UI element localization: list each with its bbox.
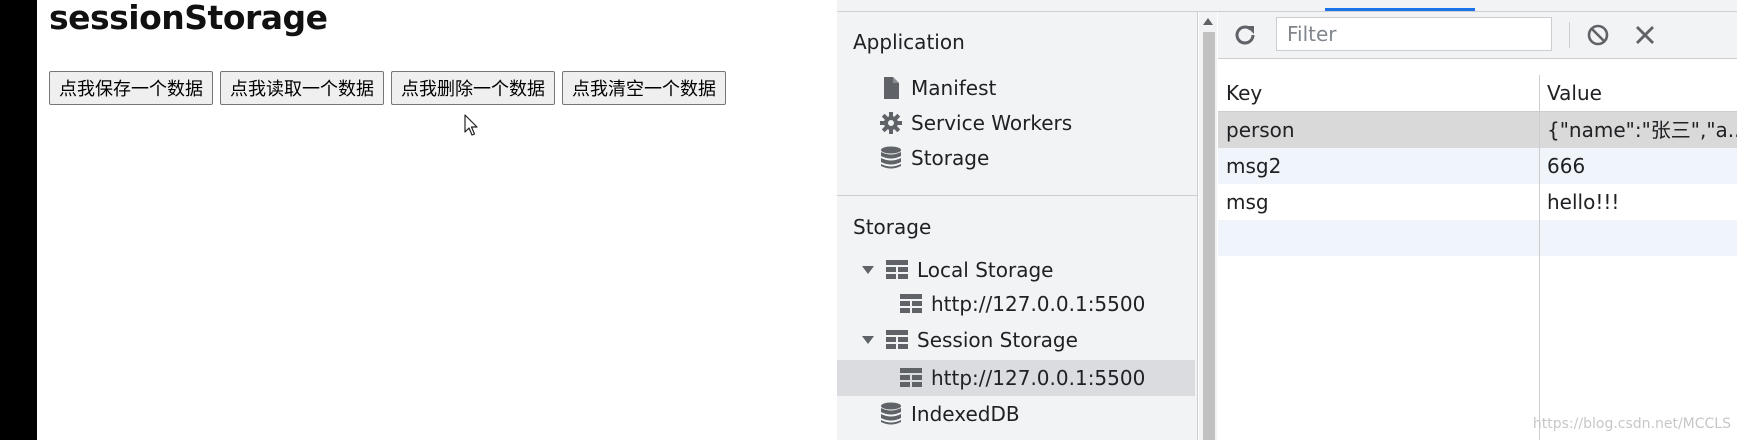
storage-toolbar: [1218, 12, 1737, 59]
table-grid-icon: [899, 366, 923, 390]
clear-icon[interactable]: [1633, 23, 1657, 47]
scroll-up-arrow-icon[interactable]: [1203, 18, 1213, 25]
row-key: msg: [1226, 190, 1269, 214]
row-key: person: [1226, 118, 1295, 142]
devtools-panel: Application Manifest Service Workers Sto…: [837, 0, 1737, 440]
row-value: hello!!!: [1547, 190, 1620, 214]
active-tab-indicator: [1325, 8, 1475, 11]
sidebar-item-label: Local Storage: [917, 258, 1054, 282]
gear-icon: [879, 111, 903, 135]
table-grid-icon: [885, 328, 909, 352]
table-grid-icon: [899, 292, 923, 316]
expand-triangle-icon[interactable]: [861, 333, 875, 347]
sidebar-item-label: Service Workers: [911, 111, 1073, 135]
browser-page: sessionStorage 点我保存一个数据 点我读取一个数据 点我删除一个数…: [37, 0, 837, 440]
left-black-bar: [0, 0, 37, 440]
sidebar-item-local-storage-origin[interactable]: http://127.0.0.1:5500: [899, 287, 1145, 321]
scrollbar-thumb[interactable]: [1203, 32, 1215, 440]
table-grid-icon: [885, 258, 909, 282]
sidebar-scrollbar[interactable]: [1199, 12, 1217, 440]
watermark-text: https://blog.csdn.net/MCCLS: [1532, 416, 1731, 432]
sidebar-item-session-storage[interactable]: Session Storage: [861, 323, 1078, 357]
mouse-cursor-icon: [464, 114, 478, 136]
storage-table: Key Value person {"name":"张三","a... msg2…: [1218, 59, 1737, 440]
table-row[interactable]: msg hello!!!: [1218, 184, 1737, 220]
sidebar-item-local-storage[interactable]: Local Storage: [861, 253, 1053, 287]
block-icon[interactable]: [1586, 23, 1610, 47]
expand-triangle-icon[interactable]: [861, 263, 875, 277]
table-row[interactable]: person {"name":"张三","a...: [1218, 112, 1737, 148]
file-icon: [879, 76, 903, 100]
sidebar-item-session-storage-origin[interactable]: http://127.0.0.1:5500: [899, 361, 1145, 395]
empty-table-row[interactable]: [1218, 220, 1737, 256]
read-data-button[interactable]: 点我读取一个数据: [220, 71, 384, 105]
sidebar-item-label: IndexedDB: [911, 402, 1020, 426]
row-value: {"name":"张三","a...: [1547, 118, 1737, 142]
storage-table-pane: Key Value person {"name":"张三","a... msg2…: [1218, 12, 1737, 440]
database-icon: [879, 146, 903, 170]
sidebar-item-label: http://127.0.0.1:5500: [931, 366, 1146, 390]
table-header: Key Value: [1218, 75, 1737, 112]
sidebar-heading-application: Application: [853, 30, 965, 54]
column-divider[interactable]: [1539, 75, 1540, 440]
sidebar-item-service-workers[interactable]: Service Workers: [879, 106, 1072, 140]
sidebar-item-indexeddb[interactable]: IndexedDB: [879, 397, 1020, 431]
save-data-button[interactable]: 点我保存一个数据: [49, 71, 213, 105]
sidebar-item-label: Manifest: [911, 76, 997, 100]
sidebar-item-manifest[interactable]: Manifest: [879, 71, 996, 105]
row-key: msg2: [1226, 154, 1282, 178]
sidebar-item-storage[interactable]: Storage: [879, 141, 989, 175]
table-row[interactable]: msg2 666: [1218, 148, 1737, 184]
devtools-tabbar: [837, 0, 1737, 12]
filter-input[interactable]: [1276, 17, 1552, 51]
application-sidebar: Application Manifest Service Workers Sto…: [837, 12, 1198, 440]
delete-data-button[interactable]: 点我删除一个数据: [391, 71, 555, 105]
toolbar-divider: [1569, 22, 1570, 48]
column-header-value[interactable]: Value: [1539, 75, 1602, 111]
row-value: 666: [1547, 154, 1586, 178]
page-title: sessionStorage: [49, 0, 328, 37]
sidebar-item-label: http://127.0.0.1:5500: [931, 292, 1146, 316]
sidebar-item-label: Session Storage: [917, 328, 1078, 352]
sidebar-divider: [837, 195, 1197, 196]
sidebar-item-label: Storage: [911, 146, 990, 170]
database-icon: [879, 402, 903, 426]
sidebar-heading-storage: Storage: [853, 215, 932, 239]
column-header-key[interactable]: Key: [1218, 75, 1262, 111]
clear-data-button[interactable]: 点我清空一个数据: [562, 71, 726, 105]
refresh-icon[interactable]: [1232, 22, 1258, 48]
button-row: 点我保存一个数据 点我读取一个数据 点我删除一个数据 点我清空一个数据: [49, 71, 726, 105]
